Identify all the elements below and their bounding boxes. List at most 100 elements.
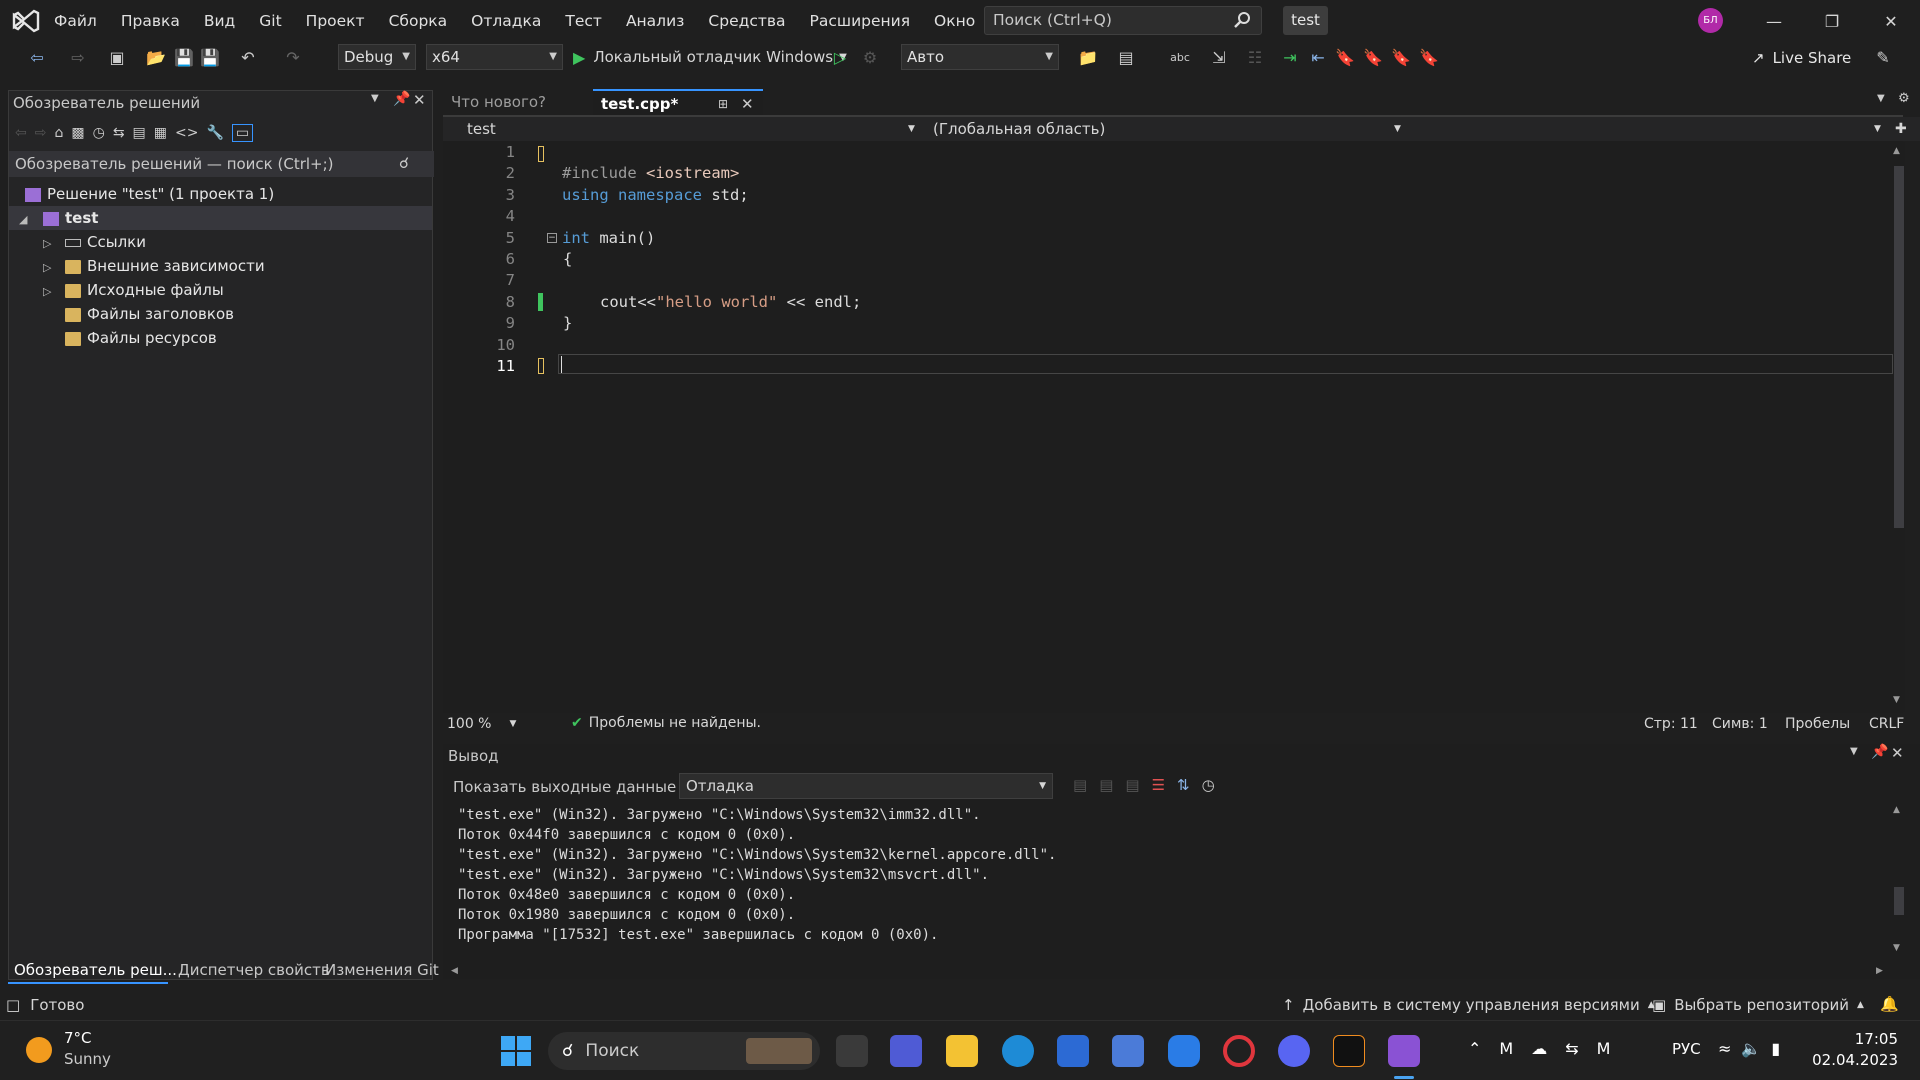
bookmark-prev-icon[interactable]: 🔖 <box>1362 46 1384 68</box>
problems-indicator[interactable]: ✔ Проблемы не найдены. <box>571 715 761 731</box>
tab-git-changes[interactable]: Изменения Git <box>325 961 439 979</box>
preview-icon[interactable]: ▭ <box>231 124 254 142</box>
tray-app-m-icon[interactable]: M <box>1499 1039 1513 1058</box>
word-wrap-icon[interactable]: ⇅ <box>1177 776 1190 794</box>
menu-edit[interactable]: Правка <box>109 0 192 42</box>
panel-options-icon[interactable]: ▼ <box>371 93 379 104</box>
scrollbar-thumb[interactable] <box>1894 887 1904 915</box>
language-indicator[interactable]: РУС <box>1672 1040 1701 1058</box>
taskbar-search[interactable]: ☌ Поиск <box>548 1032 820 1070</box>
save-icon[interactable]: 💾 <box>173 46 195 68</box>
menu-project[interactable]: Проект <box>294 0 377 42</box>
onedrive-icon[interactable]: ☁ <box>1531 1039 1547 1058</box>
find-message-icon[interactable]: ▤ <box>1073 776 1087 794</box>
scroll-left-icon[interactable]: ◀ <box>451 966 458 976</box>
tree-item-resource-files[interactable]: Файлы ресурсов <box>65 326 217 350</box>
menu-file[interactable]: Файл <box>42 0 109 42</box>
forward-icon[interactable]: ⇨ <box>35 125 47 141</box>
tab-list-icon[interactable]: ▼ <box>1877 93 1885 104</box>
hot-reload-icon[interactable]: ⚙ <box>859 46 881 68</box>
solution-node[interactable]: Решение "test" (1 проекта 1) <box>25 182 274 206</box>
scroll-up-icon[interactable]: ▲ <box>1893 805 1900 815</box>
tab-solution-explorer[interactable]: Обозреватель реш... <box>14 961 177 979</box>
code-icon[interactable]: <> <box>175 125 198 141</box>
tab-test-cpp[interactable]: test.cpp* ⊞ ✕ <box>593 89 763 115</box>
output-scrollbar[interactable]: ▲ ▼ <box>1893 805 1905 957</box>
close-icon[interactable]: ✕ <box>741 91 754 117</box>
minimize-button[interactable]: — <box>1745 0 1803 42</box>
live-share-button[interactable]: ↗ Live Share <box>1752 46 1851 70</box>
collapsed-arrow-icon[interactable]: ▷ <box>43 256 57 280</box>
scrollbar-thumb[interactable] <box>1894 166 1904 528</box>
start-without-debugging-icon[interactable]: ▷ <box>829 46 851 68</box>
scroll-up-icon[interactable]: ▲ <box>1893 146 1900 156</box>
bookmark-clear-icon[interactable]: 🔖 <box>1418 46 1440 68</box>
weather-condition[interactable]: Sunny <box>64 1050 111 1068</box>
start-debugging-button[interactable]: ▶ Локальный отладчик Windows ▼ <box>573 44 847 70</box>
eol-indicator[interactable]: CRLF <box>1869 716 1904 732</box>
output-source-select[interactable]: Отладка ▼ <box>679 773 1053 799</box>
whitespace-indicator[interactable]: Пробелы <box>1785 716 1850 732</box>
switch-views-icon[interactable]: ▩ <box>71 125 84 141</box>
discord-icon[interactable] <box>1278 1035 1310 1067</box>
pin-icon[interactable]: 📌 <box>393 91 410 107</box>
menu-build[interactable]: Сборка <box>377 0 460 42</box>
collapse-icon[interactable]: − <box>547 233 557 243</box>
open-folder-icon[interactable]: 📂 <box>145 46 167 68</box>
expanded-arrow-icon[interactable]: ◢ <box>19 208 33 232</box>
solution-folder-icon[interactable]: 📁 <box>1077 46 1099 68</box>
tray-app-m2-icon[interactable]: M <box>1597 1039 1611 1058</box>
outdent-icon[interactable]: ⇤ <box>1307 46 1329 68</box>
output-text[interactable]: "test.exe" (Win32). Загружено "C:\Window… <box>443 805 1898 963</box>
add-to-source-control-button[interactable]: ↑ Добавить в систему управления версиями ▲ <box>1282 996 1655 1014</box>
menu-view[interactable]: Вид <box>192 0 247 42</box>
undo-icon[interactable]: ↶ <box>237 46 259 68</box>
close-icon[interactable]: ✕ <box>1891 744 1904 762</box>
messenger-icon[interactable] <box>1168 1035 1200 1067</box>
project-nav-select[interactable]: test ▼ <box>447 118 917 140</box>
clock-icon[interactable]: ◷ <box>1202 776 1215 794</box>
bookmark-icon[interactable]: 🔖 <box>1334 46 1356 68</box>
bookmark-next-icon[interactable]: 🔖 <box>1390 46 1412 68</box>
close-icon[interactable]: ✕ <box>413 91 426 109</box>
tree-item-header-files[interactable]: Файлы заголовков <box>65 302 234 326</box>
menu-git[interactable]: Git <box>247 0 293 42</box>
maximize-button[interactable]: ❐ <box>1803 0 1861 42</box>
new-project-icon[interactable]: ▣ <box>106 46 128 68</box>
back-icon[interactable]: ⇦ <box>26 46 48 68</box>
pin-icon[interactable]: 📌 <box>1871 744 1888 760</box>
menu-debug[interactable]: Отладка <box>459 0 553 42</box>
solution-search-input[interactable]: Обозреватель решений — поиск (Ctrl+;) <box>9 151 434 177</box>
step-icon[interactable]: ⇲ <box>1208 46 1230 68</box>
split-icon[interactable]: ✚ <box>1895 118 1907 140</box>
tab-property-manager[interactable]: Диспетчер свойств <box>178 961 330 979</box>
pending-changes-icon[interactable]: ◷ <box>93 125 105 141</box>
gear-icon[interactable]: ⚙ <box>1898 91 1910 106</box>
feedback-icon[interactable]: ✎ <box>1872 46 1894 68</box>
menu-window[interactable]: Окно <box>922 0 987 42</box>
menu-test[interactable]: Тест <box>553 0 614 42</box>
tree-item-external-deps[interactable]: ▷ Внешние зависимости <box>43 254 265 278</box>
sun-icon[interactable] <box>26 1037 52 1063</box>
notifications-icon[interactable]: 🔔 <box>1880 995 1899 1013</box>
tray-status-icons[interactable]: ≈ 🔈 ▮ <box>1718 1039 1780 1058</box>
edge-icon[interactable] <box>1002 1035 1034 1067</box>
editor-scrollbar[interactable]: ▲ ▼ <box>1893 142 1905 712</box>
column-indicator[interactable]: Симв: 1 <box>1712 716 1768 732</box>
collapsed-arrow-icon[interactable]: ▷ <box>43 232 57 256</box>
scroll-right-icon[interactable]: ▶ <box>1876 966 1883 976</box>
back-icon[interactable]: ⇦ <box>15 125 27 141</box>
show-all-files-icon[interactable]: ▦ <box>154 125 167 141</box>
clear-all-icon[interactable]: ☰ <box>1152 776 1165 794</box>
search-input[interactable]: Поиск (Ctrl+Q) <box>984 6 1262 35</box>
scroll-down-icon[interactable]: ▼ <box>1893 695 1900 705</box>
clock-date[interactable]: 02.04.2023 <box>1812 1051 1898 1069</box>
tray-settings-icon[interactable]: ⇆ <box>1565 1039 1578 1058</box>
project-node[interactable]: ◢ test <box>9 206 432 230</box>
teams-icon[interactable] <box>890 1035 922 1067</box>
chevron-up-icon[interactable]: ⌃ <box>1468 1039 1481 1058</box>
weather-temperature[interactable]: 7°C <box>64 1029 92 1047</box>
pin-icon[interactable]: ⊞ <box>718 91 728 117</box>
prev-message-icon[interactable]: ▤ <box>1099 776 1113 794</box>
panel-options-icon[interactable]: ▼ <box>1850 746 1858 757</box>
